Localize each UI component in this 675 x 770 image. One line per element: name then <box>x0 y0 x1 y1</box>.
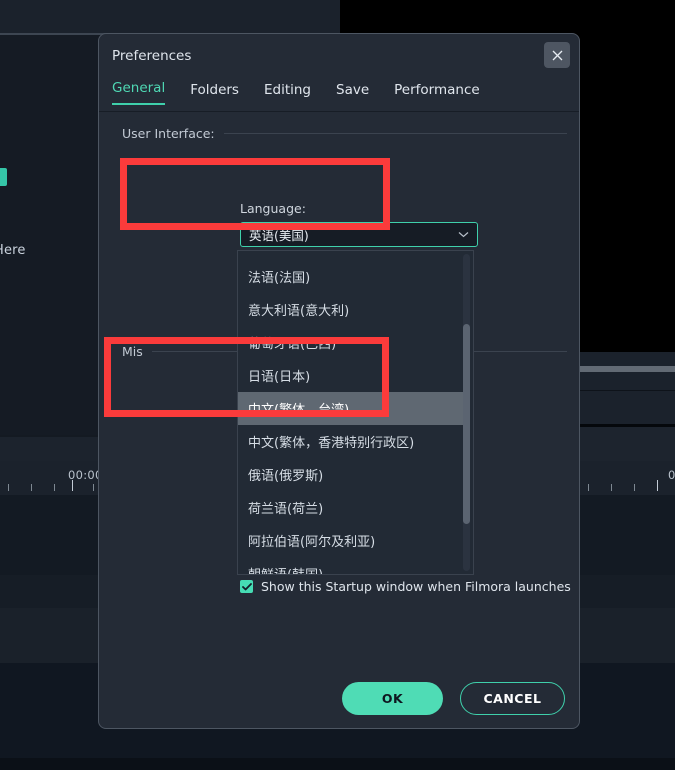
tab-general[interactable]: General <box>112 80 166 105</box>
background-top-panel <box>0 0 340 33</box>
window-bottom-edge <box>0 758 675 770</box>
dialog-title: Preferences <box>112 48 192 64</box>
dialog-titlebar: Preferences <box>99 34 579 78</box>
tabs-divider <box>99 111 579 112</box>
close-icon <box>552 50 562 60</box>
dropdown-scrollbar-thumb[interactable] <box>463 324 470 524</box>
section-rule <box>223 133 567 134</box>
list-item[interactable]: 荷兰语(荷兰) <box>238 491 465 524</box>
list-item[interactable] <box>238 251 465 260</box>
list-item[interactable]: 葡萄牙语(巴西) <box>238 326 465 359</box>
list-item[interactable]: 俄语(俄罗斯) <box>238 458 465 491</box>
tab-performance[interactable]: Performance <box>394 82 480 105</box>
dialog-tabs: General Folders Editing Save Performance <box>112 80 480 105</box>
list-item[interactable]: 日语(日本) <box>238 359 465 392</box>
drop-here-hint: Here <box>0 243 26 258</box>
language-dropdown-list[interactable]: 法语(法国) 意大利语(意大利) 葡萄牙语(巴西) 日语(日本) 中文(繁体，台… <box>237 250 474 575</box>
ruler-tick <box>634 484 635 491</box>
dropdown-viewport: 法语(法国) 意大利语(意大利) 葡萄牙语(巴西) 日语(日本) 中文(繁体，台… <box>238 251 465 574</box>
selection-marker <box>0 168 7 186</box>
checkbox-box[interactable] <box>240 580 253 593</box>
list-item-selected[interactable]: 中文(繁体，台湾) <box>238 392 465 425</box>
ruler-tick-major <box>72 480 73 491</box>
tab-save[interactable]: Save <box>336 82 369 105</box>
close-button[interactable] <box>544 42 570 68</box>
ruler-tick <box>93 484 94 491</box>
cancel-button[interactable]: CANCEL <box>460 682 565 715</box>
list-item[interactable]: 阿拉伯语(阿尔及利亚) <box>238 524 465 557</box>
ruler-tick <box>611 484 612 491</box>
checkmark-icon <box>241 582 252 590</box>
tab-editing[interactable]: Editing <box>264 82 311 105</box>
ruler-tick <box>588 484 589 491</box>
startup-window-checkbox-label: Show this Startup window when Filmora la… <box>261 579 571 594</box>
section-misc-label: Mis <box>122 344 143 359</box>
language-selected-value: 英语(美国) <box>249 228 309 243</box>
list-item[interactable]: 法语(法国) <box>238 260 465 293</box>
list-item[interactable]: 中文(繁体，香港特别行政区) <box>238 425 465 458</box>
ruler-tick <box>31 484 32 491</box>
language-select[interactable]: 英语(美国) <box>240 222 478 247</box>
ok-button[interactable]: OK <box>342 682 443 715</box>
ruler-tick <box>54 484 55 491</box>
ruler-tick <box>8 484 9 491</box>
language-label: Language: <box>240 201 306 216</box>
startup-window-checkbox[interactable]: Show this Startup window when Filmora la… <box>240 579 571 594</box>
section-user-interface: User Interface: <box>122 126 567 141</box>
tab-folders[interactable]: Folders <box>190 82 239 105</box>
ruler-tick-major <box>657 480 658 491</box>
chevron-down-icon <box>458 232 469 238</box>
section-user-interface-label: User Interface: <box>122 126 215 141</box>
timeline-time-label-right: 0 <box>668 468 675 482</box>
preferences-dialog: Preferences General Folders Editing Save… <box>98 33 580 729</box>
list-item[interactable]: 朝鲜语(韩国) <box>238 557 465 574</box>
list-item[interactable]: 意大利语(意大利) <box>238 293 465 326</box>
